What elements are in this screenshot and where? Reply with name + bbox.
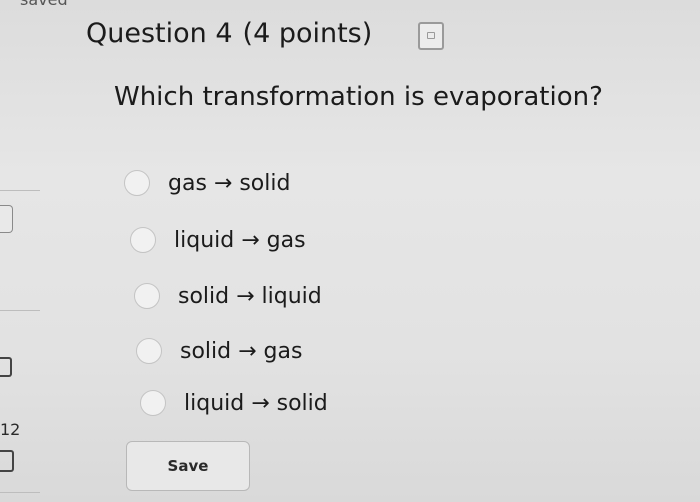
question-header: Question 4 (4 points) xyxy=(86,18,372,49)
answer-option[interactable]: gas → solid xyxy=(124,170,290,196)
save-status-text: saved xyxy=(20,0,68,9)
option-label: liquid → solid xyxy=(184,390,328,416)
answer-option[interactable]: solid → liquid xyxy=(134,283,322,309)
rail-divider xyxy=(0,190,40,191)
question-points: (4 points) xyxy=(242,18,373,49)
question-number[interactable]: 12 xyxy=(0,420,20,439)
radio-button[interactable] xyxy=(136,338,162,364)
answer-option[interactable]: liquid → gas xyxy=(130,227,306,253)
option-label: gas → solid xyxy=(168,170,291,196)
answer-option[interactable]: liquid → solid xyxy=(140,390,328,416)
radio-button[interactable] xyxy=(124,170,150,196)
flag-question-icon[interactable] xyxy=(418,22,444,50)
bookmark-icon[interactable] xyxy=(0,357,12,377)
bookmark-icon[interactable] xyxy=(0,450,14,472)
rail-divider xyxy=(0,492,40,493)
question-text: Which transformation is evaporation? xyxy=(114,82,603,112)
rail-tab[interactable] xyxy=(0,205,13,233)
answer-option[interactable]: solid → gas xyxy=(136,338,302,364)
save-button[interactable]: Save xyxy=(126,441,250,491)
option-label: solid → liquid xyxy=(178,283,322,309)
left-rail: 12 xyxy=(0,0,40,502)
radio-button[interactable] xyxy=(140,390,166,416)
rail-divider xyxy=(0,310,40,311)
question-title: Question 4 xyxy=(86,18,233,49)
option-label: liquid → gas xyxy=(174,227,306,253)
option-label: solid → gas xyxy=(180,338,303,364)
radio-button[interactable] xyxy=(130,227,156,253)
radio-button[interactable] xyxy=(134,283,160,309)
